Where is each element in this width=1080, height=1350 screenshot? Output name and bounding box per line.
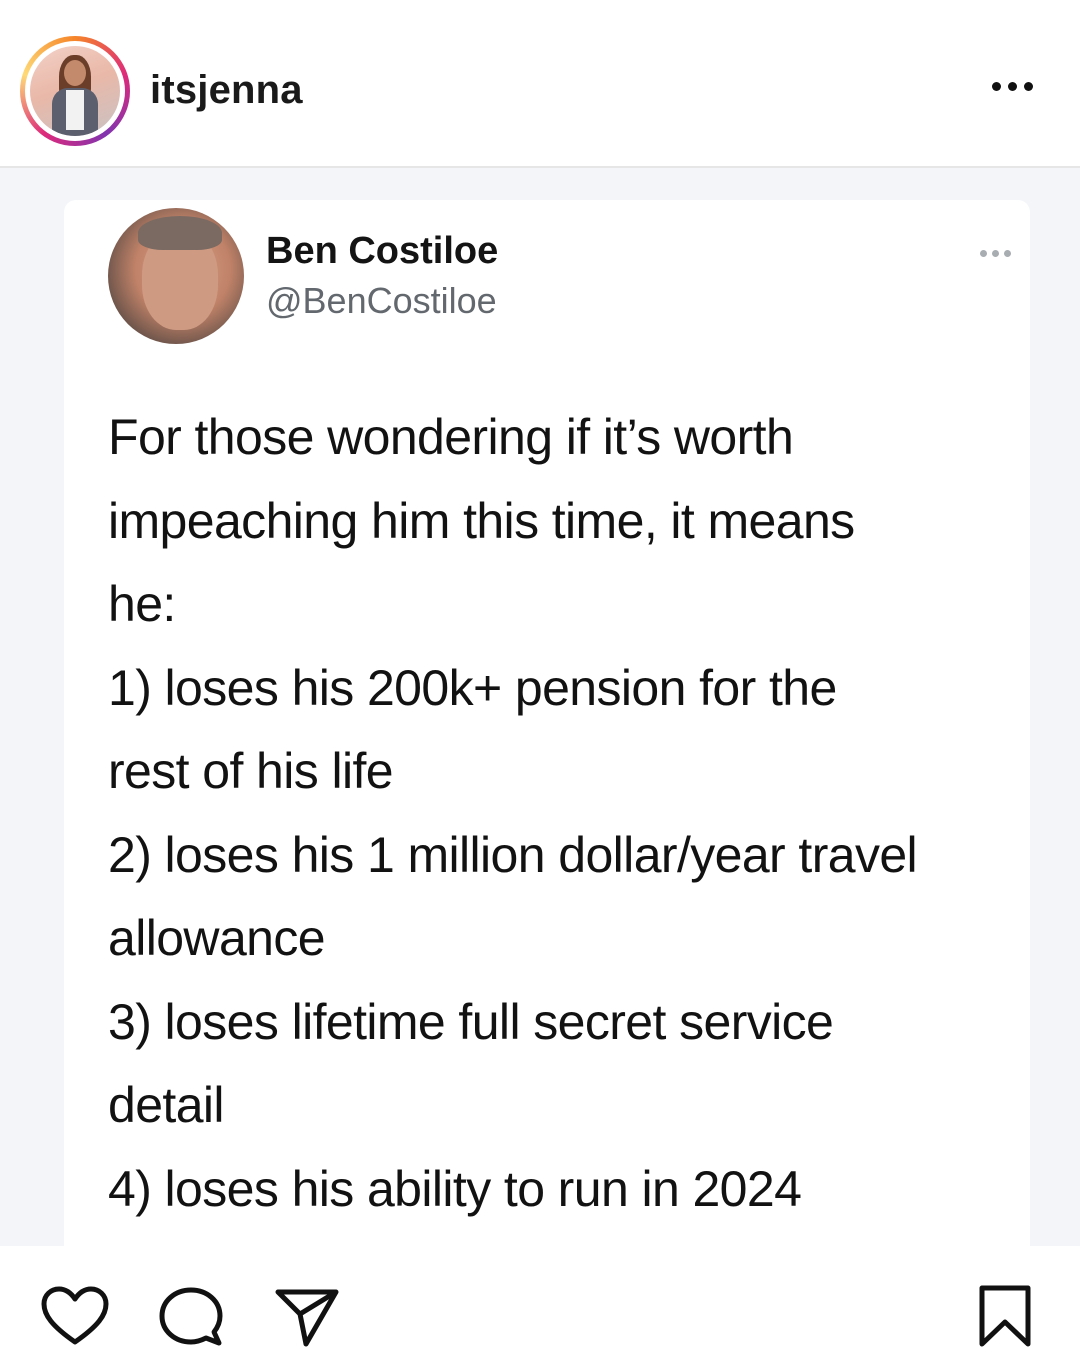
story-ring[interactable] [20, 36, 130, 146]
action-bar [0, 1246, 1080, 1350]
avatar-figure-shirt [66, 90, 84, 130]
tweet-text: For those wondering if it’s worth impeac… [108, 396, 1028, 1231]
dot [992, 82, 1001, 91]
tweet-line: 3) loses lifetime full secret service [108, 993, 834, 1050]
tweet-line: impeaching him this time, it means [108, 492, 855, 549]
avatar[interactable] [30, 46, 120, 136]
tweet-line: he: [108, 576, 176, 632]
tweet-card: Ben Costiloe @BenCostiloe For those wond… [64, 200, 1030, 1246]
bookmark-icon[interactable] [970, 1284, 1040, 1348]
more-options-icon[interactable] [992, 82, 1033, 91]
tweet-author-handle: @BenCostiloe [266, 280, 497, 321]
username[interactable]: itsjenna [150, 68, 303, 113]
tweet-line: 1) loses his 200k+ pension for the [108, 659, 837, 716]
avatar-figure-head [64, 60, 86, 86]
avatar-gap [25, 41, 125, 141]
tweet-author-name: Ben Costiloe [266, 230, 499, 272]
comment-icon[interactable] [156, 1284, 226, 1348]
tweet-line: 2) loses his 1 million dollar/year trave… [108, 826, 918, 883]
dot [1024, 82, 1033, 91]
post-header: itsjenna [0, 0, 1080, 168]
share-icon[interactable] [272, 1284, 342, 1348]
dot [1008, 82, 1017, 91]
tweet-line: For those wondering if it’s worth [108, 409, 794, 465]
tweet-more-icon [980, 250, 1011, 257]
tweet-line: rest of his life [108, 743, 394, 799]
dot [980, 250, 987, 257]
tweet-line: allowance [108, 910, 326, 966]
heart-icon[interactable] [40, 1284, 110, 1348]
tweet-line: 4) loses his ability to run in 2024 [108, 1160, 802, 1217]
post-image[interactable]: Ben Costiloe @BenCostiloe For those wond… [0, 168, 1080, 1246]
avatar-hair [138, 216, 222, 250]
tweet-author-avatar [108, 208, 244, 344]
tweet-line: detail [108, 1077, 225, 1133]
instagram-post: itsjenna Ben Costiloe @BenCostiloe For t… [0, 0, 1080, 1350]
dot [992, 250, 999, 257]
dot [1004, 250, 1011, 257]
